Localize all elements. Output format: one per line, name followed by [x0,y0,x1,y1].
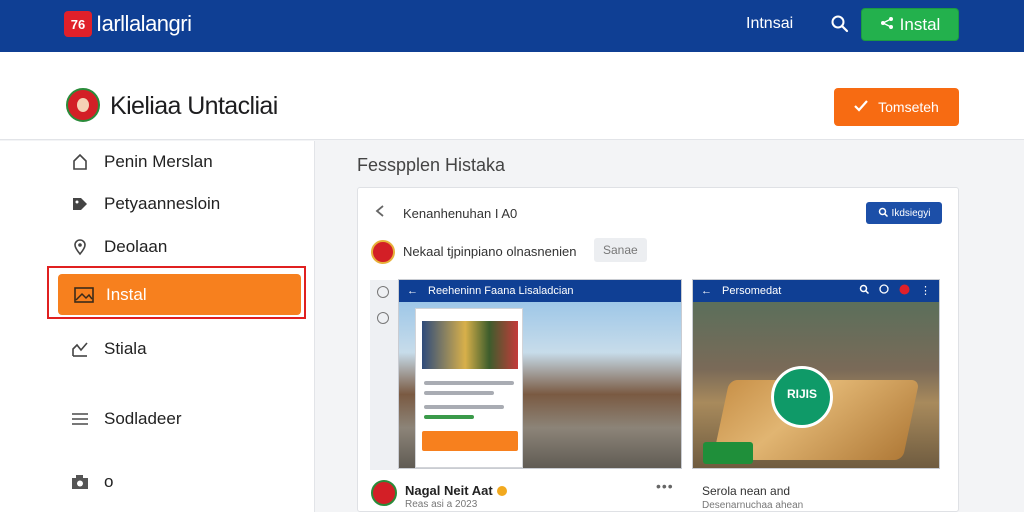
floating-button [703,442,753,464]
install-button-label: Instal [899,14,941,34]
install-button[interactable]: Instal [861,8,959,41]
shield-icon [879,284,889,298]
image-icon [74,286,94,303]
text-line [424,391,494,395]
share-icon [880,15,894,35]
card-title: Kenanhenuhan I A0 [403,206,518,221]
post-author[interactable]: Nagal Neit Aat [405,483,507,498]
card-badge-button[interactable]: Ikdsiegyi [866,202,942,224]
thumbnail-rail [370,280,398,470]
preview-action-button [422,431,518,451]
back-arrow-icon: ← [407,285,418,297]
search-icon[interactable] [830,14,850,34]
sidebar-item-home[interactable]: Penin Merslan [70,147,213,177]
chart-icon [70,339,90,359]
map-pin-icon [70,237,90,257]
camera-icon [70,472,90,492]
search-icon [878,207,888,220]
primary-action-label: Tomseteh [878,99,939,115]
sidebar-item-install[interactable]: Instal [58,274,301,315]
back-arrow-icon[interactable] [374,204,388,218]
avatar [371,240,395,264]
workshop-photo: RIJIS [693,302,939,468]
sidebar-item-location[interactable]: Deolaan [70,232,167,262]
badge-icon [899,284,910,298]
preview-screenshot-1[interactable]: ← Reeheninn Faana Lisaladcian [398,279,682,469]
section-heading: Fesspplen Histaka [357,155,506,175]
top-nav-link[interactable]: Intnsai [746,15,793,33]
back-arrow-icon: ← [701,285,712,297]
more-vertical-icon: ⋮ [920,285,931,297]
sidebar-item-label: Penin Merslan [104,152,213,171]
radio-dot-icon[interactable] [377,312,389,324]
brand[interactable]: 76 Iarllalangri [64,11,192,37]
text-line [424,415,474,419]
sidebar-item-label: Instal [106,284,147,304]
sidebar-item-label: Sodladeer [104,409,182,428]
search-icon [859,284,870,298]
watermark-text: RIJIS [786,387,817,401]
post-author-name[interactable]: Serola nean and [702,484,790,498]
brand-name: Iarllalangri [96,11,192,36]
sidebar: Penin Merslan Petyaannesloin Deolaan Ins… [0,141,315,512]
post-subtitle: Reas asi a 2023 [405,499,478,510]
watermark-logo: RIJIS [771,366,833,428]
sidebar-item-camera[interactable]: o [70,467,113,497]
sidebar-item-tags[interactable]: Petyaannesloin [70,189,220,219]
group-photo [422,321,518,369]
sidebar-item-stats[interactable]: Stiala [70,334,147,364]
sidebar-item-settings[interactable]: Sodladeer [70,404,182,434]
card-meta: Nekaal tjpinpiano olnasnenien [403,244,577,259]
tag-chip[interactable]: Sanae [594,238,647,262]
verified-icon [496,485,507,496]
preview-title: Reeheninn Faana Lisaladcian [428,285,574,297]
preview-screenshot-2[interactable]: RIJIS ← Persomedat ⋮ [692,279,940,469]
tag-icon [70,194,90,214]
card-badge-label: Ikdsiegyi [891,207,931,219]
avatar [371,480,397,506]
post-subtitle: Desenarnuchaa ahean [702,500,804,511]
preview-topbar: ← Persomedat ⋮ [693,280,939,302]
sidebar-item-label: o [104,472,114,491]
check-icon [854,99,868,115]
text-line [424,405,504,409]
primary-action-button[interactable]: Tomseteh [834,88,959,126]
home-icon [70,152,90,172]
radio-dot-icon[interactable] [377,286,389,298]
preview-topbar: ← Reeheninn Faana Lisaladcian [399,280,681,302]
sidebar-item-label: Petyaannesloin [104,194,221,213]
sidebar-item-label: Stiala [104,339,147,358]
brand-logo: 76 [64,11,92,37]
page-title: Kieliaa Untacliai [110,92,278,120]
text-line [424,381,514,385]
preview-title: Persomedat [722,285,782,297]
sidebar-item-label: Deolaan [104,237,168,256]
content-card: Kenanhenuhan I A0 Ikdsiegyi Nekaal tjpin… [357,187,959,512]
page-header: Kieliaa Untacliai Tomseteh [0,52,1024,140]
menu-icon [70,409,90,429]
more-options-icon[interactable]: ••• [656,478,674,494]
preview-actions: ⋮ [859,284,939,298]
avatar [66,88,100,122]
post-author-name: Nagal Neit Aat [405,483,493,498]
preview-popup [415,308,523,468]
top-navigation-bar: 76 Iarllalangri Intnsai Instal [0,0,1024,52]
